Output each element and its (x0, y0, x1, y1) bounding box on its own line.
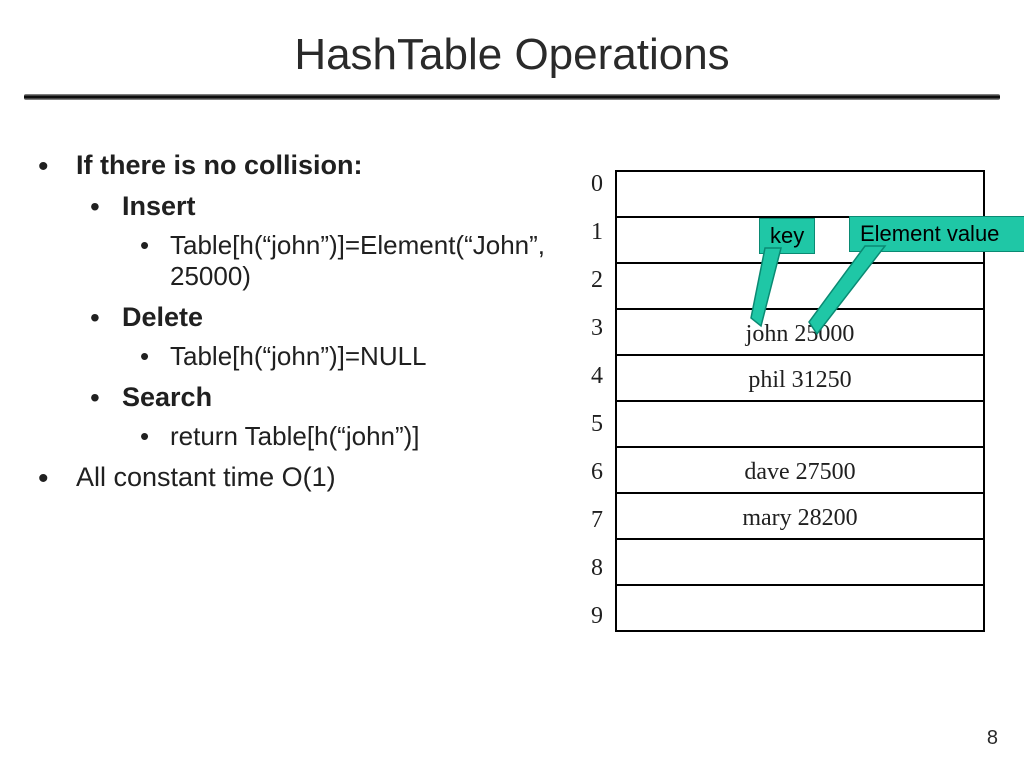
title-underline (24, 94, 1000, 100)
index-label: 1 (579, 208, 609, 256)
bullet-content: If there is no collision: Insert Table[h… (30, 140, 560, 493)
table-row: mary 28200 (617, 494, 983, 540)
table-row: phil 31250 (617, 356, 983, 402)
slide-title: HashTable Operations (0, 0, 1024, 94)
index-label: 3 (579, 304, 609, 352)
bullet-constant-time: All constant time O(1) (30, 462, 560, 493)
page-number: 8 (987, 727, 998, 750)
index-label: 4 (579, 352, 609, 400)
table-row (617, 172, 983, 218)
index-label: 7 (579, 496, 609, 544)
table-row (617, 540, 983, 586)
index-label: 8 (579, 544, 609, 592)
bullet-search-code: return Table[h(“john”)] (122, 421, 560, 452)
bullet-insert: Insert Table[h(“john”)]=Element(“John”, … (76, 191, 560, 292)
table-row (617, 586, 983, 632)
table-row (617, 402, 983, 448)
table-row: dave 27500 (617, 448, 983, 494)
index-label: 0 (579, 160, 609, 208)
index-column: 0 1 2 3 4 5 6 7 8 9 (579, 160, 609, 640)
bullet-no-collision: If there is no collision: Insert Table[h… (30, 150, 560, 452)
bullet-insert-code: Table[h(“john”)]=Element(“John”, 25000) (122, 230, 560, 292)
index-label: 6 (579, 448, 609, 496)
hash-table-diagram: 0 1 2 3 4 5 6 7 8 9 john 25000 phil 3125… (579, 160, 1024, 680)
callout-key-arrow-icon (751, 248, 811, 338)
callout-key: key (759, 218, 815, 254)
callout-value: Element value (849, 216, 1024, 252)
index-label: 5 (579, 400, 609, 448)
bullet-delete: Delete Table[h(“john”)]=NULL (76, 302, 560, 372)
bullet-delete-code: Table[h(“john”)]=NULL (122, 341, 560, 372)
callout-value-arrow-icon (809, 246, 929, 346)
bullet-search: Search return Table[h(“john”)] (76, 382, 560, 452)
index-label: 9 (579, 592, 609, 640)
index-label: 2 (579, 256, 609, 304)
